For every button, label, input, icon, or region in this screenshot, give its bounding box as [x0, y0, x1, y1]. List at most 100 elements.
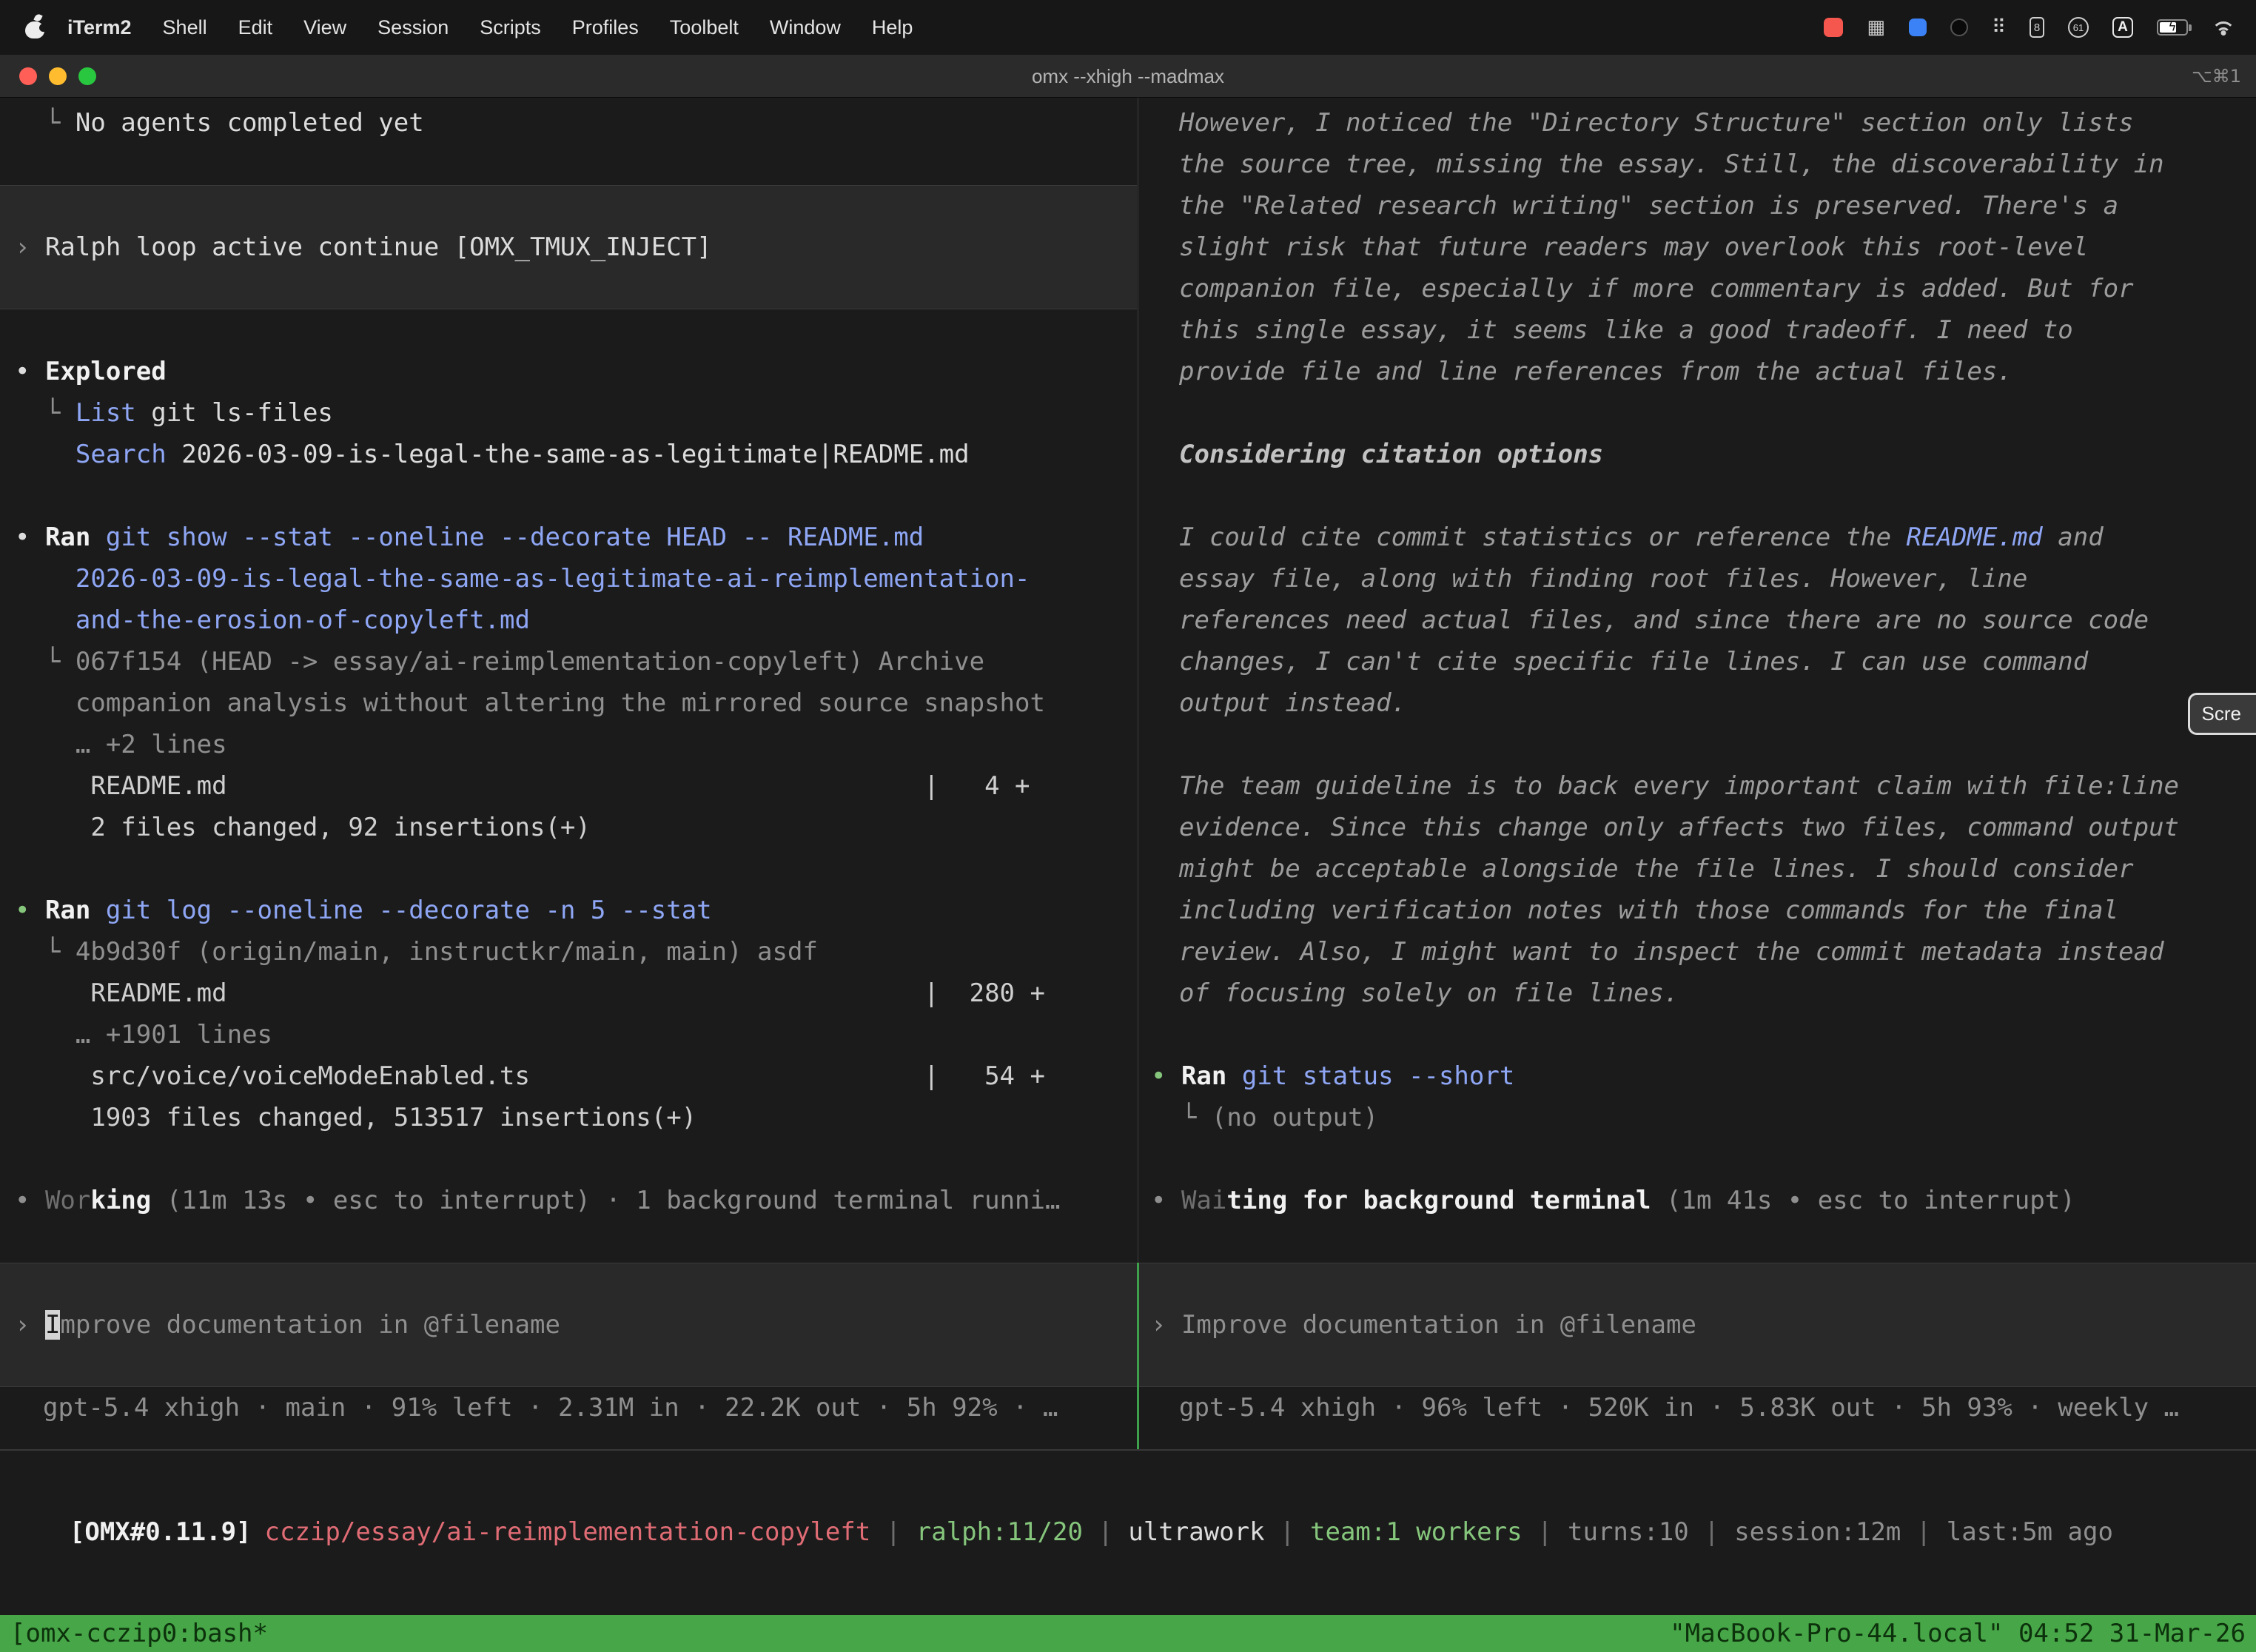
- prompt-input[interactable]: › Improve documentation in @filename: [0, 1263, 1137, 1387]
- window-shortcut-badge: ⌥⌘1: [2192, 55, 2241, 98]
- reasoning-line: might be acceptable alongside the file l…: [1179, 854, 2134, 884]
- reasoning-line: review. Also, I might want to inspect th…: [1179, 937, 2164, 967]
- working-label: king: [90, 1186, 151, 1215]
- git-log-stat: 1903 files changed, 513517 insertions(+): [15, 1097, 1137, 1138]
- reasoning-line: this single essay, it seems like a good …: [1179, 315, 2073, 345]
- reasoning-line: I could cite commit statistics or refere…: [1179, 523, 1907, 552]
- no-agents-text: No agents completed yet: [75, 108, 424, 138]
- tmux-status-bar: [omx-cczip0:bash* "MacBook-Pro-44.local"…: [0, 1615, 2256, 1652]
- right-terminal-pane[interactable]: However, I noticed the "Directory Struct…: [1139, 98, 2256, 1449]
- git-show-output: └ 067f154 (HEAD -> essay/ai-reimplementa…: [15, 641, 1137, 682]
- more-lines-indicator: … +1901 lines: [15, 1020, 272, 1050]
- git-show-command-wrap: 2026-03-09-is-legal-the-same-as-legitima…: [15, 558, 1137, 600]
- more-lines-indicator: … +2 lines: [15, 730, 227, 759]
- reasoning-text: I could cite commit statistics or refere…: [1151, 517, 2256, 558]
- menu-session[interactable]: Session: [362, 16, 464, 39]
- pane-divider-active-segment: [1137, 1263, 1139, 1449]
- session-status: gpt-5.4 xhigh · main · 91% left · 2.31M …: [15, 1387, 1137, 1428]
- prompt-input[interactable]: › Improve documentation in @filename: [1139, 1263, 2256, 1387]
- menu-view[interactable]: View: [288, 16, 362, 39]
- reasoning-text: The team guideline is to back every impo…: [1151, 765, 2256, 807]
- reasoning-text: slight risk that future readers may over…: [1151, 226, 2256, 268]
- spacer: [90, 523, 105, 552]
- battery-icon[interactable]: ϟ: [2157, 19, 2188, 36]
- tree-branch-glyph: └: [15, 647, 75, 676]
- dark-app-icon[interactable]: [1950, 19, 1968, 36]
- zoom-button[interactable]: [78, 67, 96, 85]
- phone-icon[interactable]: 8: [2030, 17, 2044, 38]
- omx-branch-label: cczip/essay/ai-reimplementation-copyleft: [265, 1517, 871, 1547]
- menu-window[interactable]: Window: [754, 16, 856, 39]
- reasoning-line: references need actual files, and since …: [1179, 605, 2149, 635]
- blank-line: [15, 848, 1137, 890]
- reasoning-line: evidence. Since this change only affects…: [1179, 813, 2179, 842]
- screen-share-tab[interactable]: Scre: [2188, 693, 2256, 735]
- explored-search-line: Search 2026-03-09-is-legal-the-same-as-l…: [15, 434, 1137, 475]
- menu-profiles[interactable]: Profiles: [557, 16, 654, 39]
- explored-header: • Explored: [15, 351, 1137, 392]
- diffstat-summary: 2 files changed, 92 insertions(+): [15, 813, 591, 842]
- git-show-command-wrap: and-the-erosion-of-copyleft.md: [15, 600, 1137, 641]
- explored-label: Explored: [45, 357, 167, 386]
- reasoning-heading-text: Considering citation options: [1179, 440, 1603, 469]
- left-terminal-pane[interactable]: └ No agents completed yet› Ralph loop ac…: [0, 98, 1137, 1449]
- dots-grid-icon[interactable]: ⠿: [1992, 16, 2006, 38]
- close-button[interactable]: [19, 67, 37, 85]
- blank-line: [1151, 1138, 2256, 1180]
- reasoning-line: of focusing solely on file lines.: [1179, 978, 1679, 1008]
- screen-recording-indicator-icon[interactable]: [1824, 18, 1843, 37]
- menu-edit[interactable]: Edit: [223, 16, 289, 39]
- reasoning-line: changes, I can't cite specific file line…: [1179, 647, 2088, 676]
- separator: |: [870, 1517, 916, 1547]
- wifi-icon[interactable]: [2212, 19, 2235, 36]
- no-agents-line: └ No agents completed yet: [15, 102, 1137, 144]
- separator: |: [1523, 1517, 1568, 1547]
- menu-shell[interactable]: Shell: [147, 16, 223, 39]
- menu-help[interactable]: Help: [856, 16, 929, 39]
- model-status-text: gpt-5.4 xhigh · 96% left · 520K in · 5.8…: [1179, 1393, 2179, 1423]
- tmux-host-clock: "MacBook-Pro-44.local" 04:52 31-Mar-26: [1670, 1619, 2246, 1648]
- pane-divider[interactable]: [1137, 98, 1139, 1449]
- diffstat-summary: 1903 files changed, 513517 insertions(+): [15, 1103, 696, 1132]
- blank-line: [1151, 1221, 2256, 1263]
- git-log-stat: README.md | 280 +: [15, 973, 1137, 1014]
- input-source-icon[interactable]: A: [2112, 17, 2133, 38]
- bullet-icon: •: [15, 1186, 45, 1215]
- reasoning-line: the source tree, missing the essay. Stil…: [1179, 150, 2164, 179]
- blue-app-icon[interactable]: [1909, 19, 1927, 36]
- blank-line: [15, 144, 1137, 185]
- input-text: Improve documentation in @filename: [1181, 1310, 1696, 1340]
- reasoning-line: The team guideline is to back every impo…: [1179, 771, 2179, 801]
- input-text: mprove documentation in @filename: [60, 1310, 560, 1340]
- command-text: git log --oneline --decorate -n 5 --stat: [106, 896, 712, 925]
- reasoning-line: provide file and line references from th…: [1179, 357, 2012, 386]
- tmux-session-label: [omx-cczip0:bash*: [10, 1619, 268, 1648]
- no-output-text: (no output): [1212, 1103, 1378, 1132]
- tree-branch-glyph: └: [15, 398, 75, 428]
- apple-menu-icon[interactable]: [25, 16, 44, 38]
- menu-scripts[interactable]: Scripts: [464, 16, 557, 39]
- battery-percent-icon[interactable]: 61: [2068, 17, 2089, 38]
- spinner-shimmer: Wor: [45, 1186, 90, 1215]
- omx-status-bar: [OMX#0.11.9]cczip/essay/ai-reimplementat…: [9, 1470, 2256, 1511]
- ran-label: Ran: [45, 896, 90, 925]
- blank-line: [1151, 724, 2256, 765]
- reasoning-text: review. Also, I might want to inspect th…: [1151, 931, 2256, 973]
- window-tiles-icon[interactable]: ▦: [1867, 16, 1885, 38]
- reasoning-text: the "Related research writing" section i…: [1151, 185, 2256, 226]
- git-log-stat: src/voice/voiceModeEnabled.ts | 54 +: [15, 1055, 1137, 1097]
- working-status: • Working (11m 13s • esc to interrupt) ·…: [15, 1180, 1137, 1221]
- text-cursor: I: [45, 1310, 60, 1340]
- minimize-button[interactable]: [49, 67, 67, 85]
- blank-line: [15, 1138, 1137, 1180]
- reasoning-text: of focusing solely on file lines.: [1151, 973, 2256, 1014]
- apple-bite: [39, 24, 47, 32]
- ran-label: Ran: [1181, 1061, 1226, 1091]
- menu-iterm2[interactable]: iTerm2: [52, 16, 147, 39]
- macos-menu-bar: iTerm2 Shell Edit View Session Scripts P…: [0, 0, 2256, 55]
- menu-toolbelt[interactable]: Toolbelt: [654, 16, 754, 39]
- reasoning-text: output instead.: [1151, 682, 2256, 724]
- blank-line: [1151, 392, 2256, 434]
- window-title-bar[interactable]: omx --xhigh --madmax ⌥⌘1: [0, 55, 2256, 98]
- waiting-status: • Waiting for background terminal (1m 41…: [1151, 1180, 2256, 1221]
